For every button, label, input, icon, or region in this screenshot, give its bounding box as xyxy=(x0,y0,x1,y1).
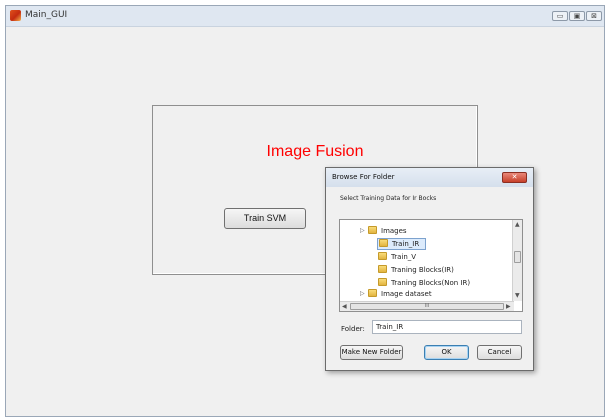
make-new-folder-button[interactable]: Make New Folder xyxy=(340,345,403,360)
dialog-close-button[interactable]: ✕ xyxy=(502,172,527,183)
folder-icon xyxy=(379,239,388,247)
close-button[interactable]: ⊠ xyxy=(586,11,602,21)
scroll-up-icon[interactable]: ▲ xyxy=(515,221,520,228)
ok-button[interactable]: OK xyxy=(424,345,469,360)
dialog-title-bar[interactable]: Browse For Folder ✕ xyxy=(326,168,533,187)
train-svm-button[interactable]: Train SVM xyxy=(224,208,306,229)
folder-icon xyxy=(378,278,387,286)
matlab-icon xyxy=(10,10,21,21)
tree-item-train-v[interactable]: Train_V xyxy=(378,251,416,263)
vertical-scrollbar[interactable]: ▲ ▼ xyxy=(512,220,522,301)
scroll-right-icon[interactable]: ▶ xyxy=(506,303,511,310)
cancel-button[interactable]: Cancel xyxy=(477,345,522,360)
dialog-title: Browse For Folder xyxy=(332,173,395,181)
folder-icon xyxy=(368,289,377,297)
folder-icon xyxy=(378,265,387,273)
folder-icon xyxy=(378,252,387,260)
scroll-left-icon[interactable]: ◀ xyxy=(342,303,347,310)
maximize-button[interactable]: ▣ xyxy=(569,11,585,21)
tree-item-train-ir[interactable]: Train_IR xyxy=(377,238,426,250)
dialog-instruction: Select Training Data for Ir Bocks xyxy=(340,195,437,202)
folder-tree[interactable]: ▷ Images Train_IR Train_V Traning Blocks… xyxy=(339,219,523,312)
folder-label: Folder: xyxy=(341,325,365,333)
window-title: Main_GUI xyxy=(25,10,68,20)
expand-arrow-icon[interactable]: ▷ xyxy=(360,288,365,300)
minimize-button[interactable]: ▭ xyxy=(552,11,568,21)
tree-item-traning-blocks-ir[interactable]: Traning Blocks(IR) xyxy=(378,264,454,276)
expand-arrow-icon[interactable]: ▷ xyxy=(360,225,365,237)
tree-item-images[interactable]: ▷ Images xyxy=(360,225,407,237)
folder-input[interactable]: Train_IR xyxy=(372,320,522,334)
horizontal-scrollbar[interactable]: ◀ III ▶ xyxy=(340,301,514,311)
scroll-down-icon[interactable]: ▼ xyxy=(515,292,520,299)
panel-title: Image Fusion xyxy=(266,143,364,160)
vertical-scroll-thumb[interactable] xyxy=(514,251,521,263)
folder-icon xyxy=(368,226,377,234)
horizontal-scroll-thumb[interactable]: III xyxy=(350,303,504,310)
browse-folder-dialog: Browse For Folder ✕ Select Training Data… xyxy=(325,167,534,371)
title-bar[interactable]: Main_GUI ▭ ▣ ⊠ xyxy=(6,6,604,27)
tree-item-image-dataset[interactable]: ▷ Image dataset xyxy=(360,288,432,300)
